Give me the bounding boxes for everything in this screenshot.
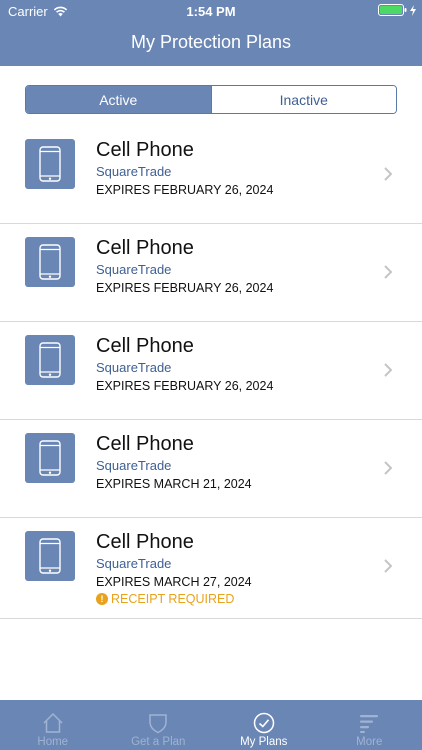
chevron-right-icon [384, 461, 392, 475]
plan-list-item[interactable]: Cell Phone SquareTrade EXPIRES FEBRUARY … [0, 224, 422, 322]
plan-status-segmented-control: Active Inactive [25, 85, 397, 114]
plan-name: Cell Phone [96, 237, 194, 259]
status-bar: Carrier 1:54 PM [0, 0, 422, 22]
plan-name: Cell Phone [96, 335, 194, 357]
tab-more[interactable]: More [317, 700, 422, 750]
warning-label: RECEIPT REQUIRED [111, 592, 235, 606]
status-time: 1:54 PM [186, 4, 236, 19]
plan-provider: SquareTrade [96, 360, 172, 375]
phone-icon [25, 139, 75, 189]
plan-expiry: EXPIRES MARCH 21, 2024 [96, 477, 252, 491]
plan-list-item[interactable]: Cell Phone SquareTrade EXPIRES FEBRUARY … [0, 322, 422, 420]
chevron-right-icon [384, 363, 392, 377]
tab-bar: Home Get a Plan My Plans More [0, 700, 422, 750]
plan-list: Cell Phone SquareTrade EXPIRES FEBRUARY … [0, 126, 422, 619]
plan-list-item[interactable]: Cell Phone SquareTrade EXPIRES FEBRUARY … [0, 126, 422, 224]
plan-list-item[interactable]: Cell Phone SquareTrade EXPIRES MARCH 21,… [0, 420, 422, 518]
segment-active[interactable]: Active [26, 86, 211, 113]
phone-icon [25, 433, 75, 483]
plan-expiry: EXPIRES FEBRUARY 26, 2024 [96, 281, 274, 295]
warning-icon: ! [96, 593, 108, 605]
phone-icon [25, 237, 75, 287]
tab-label: Home [37, 736, 69, 748]
receipt-required-warning: ! RECEIPT REQUIRED [96, 592, 366, 606]
plan-expiry: EXPIRES FEBRUARY 26, 2024 [96, 379, 274, 393]
tab-home[interactable]: Home [0, 700, 106, 750]
menu-lines-icon [360, 715, 379, 733]
battery-icon [378, 4, 416, 16]
header: Carrier 1:54 PM My Protection Plans [0, 0, 422, 66]
plan-name: Cell Phone [96, 531, 194, 553]
tab-label: More [356, 736, 383, 748]
plan-provider: SquareTrade [96, 164, 172, 179]
chevron-right-icon [384, 559, 392, 573]
tab-get-a-plan[interactable]: Get a Plan [106, 700, 212, 750]
plan-list-item[interactable]: Cell Phone SquareTrade EXPIRES MARCH 27,… [0, 518, 422, 619]
shield-icon [149, 714, 167, 734]
plan-provider: SquareTrade [96, 458, 172, 473]
phone-icon [25, 335, 75, 385]
segment-inactive[interactable]: Inactive [210, 86, 396, 113]
plan-name: Cell Phone [96, 139, 194, 161]
phone-icon [25, 531, 75, 581]
plan-provider: SquareTrade [96, 556, 172, 571]
tab-my-plans[interactable]: My Plans [211, 700, 317, 750]
check-circle-icon [253, 712, 274, 734]
chevron-right-icon [384, 167, 392, 181]
home-icon [43, 712, 63, 733]
plan-name: Cell Phone [96, 433, 194, 455]
plan-provider: SquareTrade [96, 262, 172, 277]
chevron-right-icon [384, 265, 392, 279]
tab-label: Get a Plan [131, 736, 186, 748]
charging-icon [410, 4, 416, 16]
page-title: My Protection Plans [130, 32, 292, 52]
plan-expiry: EXPIRES FEBRUARY 26, 2024 [96, 183, 274, 197]
tab-label: My Plans [240, 736, 288, 748]
plan-expiry: EXPIRES MARCH 27, 2024 [96, 575, 252, 589]
